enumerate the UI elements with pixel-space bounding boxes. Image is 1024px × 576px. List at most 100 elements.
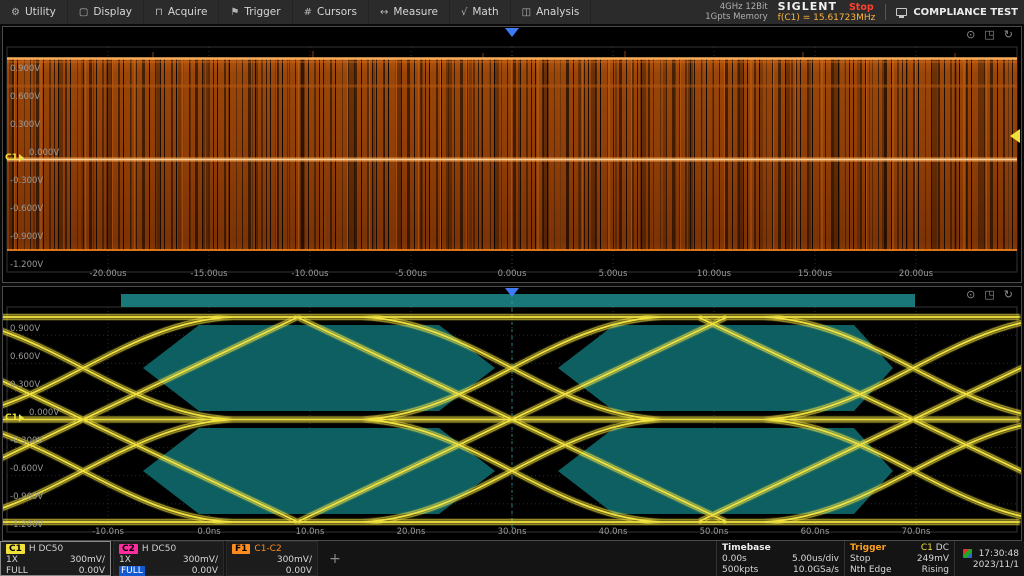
- menu-right: 4GHz 12Bit 1Gpts Memory SIGLENT Stop f(C…: [705, 0, 1024, 24]
- menu-utility[interactable]: ⚙ Utility: [0, 0, 68, 24]
- acquisition-status: Stop: [849, 2, 874, 13]
- menu-label: Math: [472, 6, 498, 18]
- time-label: -20.00us: [89, 269, 126, 279]
- camera-icon[interactable]: ⊙: [966, 289, 975, 301]
- f1-source: C1-C2: [254, 544, 281, 554]
- f1-scale: 300mV/: [277, 555, 312, 565]
- menu-label: Display: [93, 6, 132, 18]
- f1-badge: F1: [232, 544, 250, 554]
- spec-memory: 1Gpts Memory: [705, 12, 767, 22]
- network-icon: [963, 549, 972, 558]
- trigger-position-marker[interactable]: [505, 28, 519, 37]
- trigger-slope: Rising: [922, 565, 949, 575]
- timebase-points: 500kpts: [722, 565, 758, 575]
- menu-bar: ⚙ Utility ▢ Display ⊓Acquire ⚑Trigger # Cur…: [0, 0, 1024, 24]
- time-label: 0.00us: [498, 269, 527, 279]
- menu-label: Cursors: [317, 6, 357, 18]
- expand-icon[interactable]: ◳: [984, 29, 994, 41]
- timebase-title: Timebase: [722, 543, 771, 553]
- reset-zoom-icon[interactable]: ↻: [1004, 289, 1013, 301]
- scope-spec: 4GHz 12Bit 1Gpts Memory: [705, 2, 767, 22]
- c1-marker-label: C1: [5, 413, 18, 423]
- time-label: 60.0ns: [801, 527, 830, 537]
- time-label: 50.0ns: [700, 527, 729, 537]
- volt-label: 0.900V: [10, 324, 40, 334]
- menu-label: Utility: [25, 6, 56, 18]
- c1-attenuation: 1X: [6, 555, 18, 565]
- eye-diagram-svg: [3, 287, 1021, 540]
- volt-label: 0.900V: [10, 64, 40, 74]
- reset-zoom-icon[interactable]: ↻: [1004, 29, 1013, 41]
- c1-badge: C1: [6, 544, 25, 554]
- menu-measure[interactable]: ↔Measure: [369, 0, 450, 24]
- c1-scale: 300mV/: [70, 555, 105, 565]
- panel-tools: ⊙ ◳ ↻: [966, 29, 1013, 41]
- camera-icon[interactable]: ⊙: [966, 29, 975, 41]
- volt-label: -1.200V: [10, 260, 43, 270]
- menu-math[interactable]: √Math: [450, 0, 511, 24]
- clock[interactable]: 17:30:48 2023/11/1: [954, 541, 1024, 576]
- channel-c1-status[interactable]: C1H DC50 1X300mV/ FULL0.00V: [0, 541, 111, 576]
- volt-label: -1.200V: [10, 520, 43, 530]
- c2-bandwidth[interactable]: FULL: [119, 566, 145, 576]
- status-bar: C1H DC50 1X300mV/ FULL0.00V C2H DC50 1X3…: [0, 541, 1024, 576]
- c1-marker-label: C1: [5, 153, 18, 163]
- trigger-position-marker[interactable]: [505, 288, 519, 297]
- monitor-icon: [896, 8, 907, 16]
- captured-signal: [7, 51, 1017, 251]
- brand-box: SIGLENT Stop f(C1) = 15.61723MHz: [778, 0, 876, 24]
- volt-label: -0.300V: [10, 176, 43, 186]
- c1-level-marker[interactable]: C1: [5, 153, 24, 163]
- time-label: 5.00us: [599, 269, 628, 279]
- volt-label: 0.600V: [10, 92, 40, 102]
- f1-offset: 0.00V: [286, 566, 312, 576]
- time-label: 0.0ns: [197, 527, 220, 537]
- add-channel-button[interactable]: +: [320, 541, 350, 576]
- menu-label: Trigger: [244, 6, 280, 18]
- menu-label: Acquire: [168, 6, 208, 18]
- display-icon: ▢: [79, 7, 88, 18]
- panel-tools: ⊙ ◳ ↻: [966, 289, 1013, 301]
- waveform-panel-main[interactable]: 0.900V 0.600V 0.300V 0.000V -0.300V -0.6…: [2, 26, 1022, 283]
- timebase-scale: 5.00us/div: [792, 554, 839, 564]
- utility-icon: ⚙: [11, 7, 20, 18]
- time-label: 40.0ns: [599, 527, 628, 537]
- channel-c2-status[interactable]: C2H DC50 1X300mV/ FULL0.00V: [113, 541, 224, 576]
- clock-date: 2023/11/1: [973, 560, 1019, 570]
- function-f1-status[interactable]: F1 C1-C2 300mV/ 0.00V: [226, 541, 318, 576]
- menu-label: Measure: [393, 6, 438, 18]
- time-label: -10.00us: [291, 269, 328, 279]
- main-waveform-svg: [3, 27, 1021, 282]
- menu-acquire[interactable]: ⊓Acquire: [144, 0, 219, 24]
- compliance-test-button[interactable]: COMPLIANCE TEST: [896, 7, 1018, 18]
- frequency-readout: f(C1) = 15.61723MHz: [778, 13, 876, 24]
- menu-cursors[interactable]: # Cursors: [293, 0, 369, 24]
- eye-diagram-panel[interactable]: 0.900V 0.600V 0.300V 0.000V -0.300V -0.6…: [2, 286, 1022, 541]
- separator: [885, 4, 886, 20]
- timebase-status[interactable]: Timebase 0.00s5.00us/div 500kpts10.0GSa/…: [716, 541, 844, 576]
- trigger-title: Trigger: [850, 543, 886, 553]
- volt-label: 0.600V: [10, 352, 40, 362]
- eye-mask: [121, 294, 915, 514]
- menu-analysis[interactable]: ◫Analysis: [511, 0, 592, 24]
- c1-offset: 0.00V: [79, 566, 105, 576]
- volt-label: -0.600V: [10, 464, 43, 474]
- compliance-label: COMPLIANCE TEST: [913, 7, 1018, 18]
- c2-scale: 300mV/: [183, 555, 218, 565]
- volt-label: -0.600V: [10, 204, 43, 214]
- timebase-delay: 0.00s: [722, 554, 747, 564]
- volt-label: -0.300V: [10, 436, 43, 446]
- volt-label: 0.300V: [10, 380, 40, 390]
- expand-icon[interactable]: ◳: [984, 289, 994, 301]
- time-label: -15.00us: [190, 269, 227, 279]
- trigger-level-marker[interactable]: [1010, 129, 1020, 143]
- time-label: 70.0ns: [902, 527, 931, 537]
- trigger-status[interactable]: TriggerC1 DC Stop249mV Nth EdgeRising: [844, 541, 954, 576]
- time-label: 20.0ns: [397, 527, 426, 537]
- analysis-icon: ◫: [522, 7, 531, 18]
- cursors-icon: #: [304, 7, 312, 18]
- volt-label: -0.900V: [10, 492, 43, 502]
- menu-display[interactable]: ▢ Display: [68, 0, 144, 24]
- c1-level-marker[interactable]: C1: [5, 413, 24, 423]
- menu-trigger[interactable]: ⚑Trigger: [219, 0, 292, 24]
